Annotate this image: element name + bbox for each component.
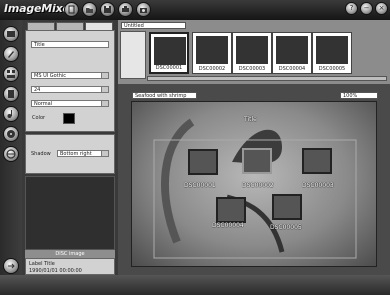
thumbnail[interactable]: DSC00004 xyxy=(272,32,312,74)
photo-frame[interactable] xyxy=(302,148,332,174)
shadow-settings: Shadow Bottom right xyxy=(25,134,115,174)
minimize-icon: − xyxy=(363,4,370,12)
color-label: Color xyxy=(32,115,46,121)
minimize-button[interactable]: − xyxy=(360,2,373,15)
layout-mode-button[interactable] xyxy=(3,66,19,82)
folder-icon xyxy=(86,8,93,13)
photo-caption: DSC00005 xyxy=(270,224,302,231)
album-scrollbar[interactable] xyxy=(147,76,387,81)
thumbnail[interactable]: DSC00002 xyxy=(192,32,232,74)
thumbnail-caption: DSC00002 xyxy=(198,66,226,72)
capture-button[interactable] xyxy=(136,2,151,17)
style-select[interactable]: Normal xyxy=(31,100,109,107)
video-mode-button[interactable] xyxy=(3,86,19,102)
print-icon xyxy=(122,6,129,12)
disk-icon xyxy=(104,6,111,13)
text-color-swatch[interactable] xyxy=(63,113,75,124)
thumbnail-caption: DSC00001 xyxy=(155,65,183,71)
thumbnail[interactable]: DSC00001 xyxy=(149,32,189,74)
zoom-select[interactable]: 100% xyxy=(340,92,378,99)
info-line-2: 1990/01/01 00:00:00 xyxy=(29,268,82,274)
thumbnail-image xyxy=(236,36,268,64)
close-icon: × xyxy=(378,4,385,12)
status-bar xyxy=(0,275,390,295)
save-button[interactable] xyxy=(100,2,115,17)
help-button[interactable]: ? xyxy=(345,2,358,15)
camera-icon xyxy=(140,8,147,13)
album-select[interactable]: Untitled xyxy=(121,22,186,29)
photo-caption: DSC00001 xyxy=(184,182,216,189)
layout-canvas[interactable]: Title DSC00001 DSC00002 DSC00003 DSC0000… xyxy=(131,101,377,267)
thumbnail[interactable]: DSC00003 xyxy=(232,32,272,74)
title-text-field[interactable]: Title xyxy=(31,41,109,48)
help-icon: ? xyxy=(349,4,354,12)
preview-area xyxy=(25,176,115,250)
layout-icon xyxy=(7,70,15,78)
thumbnail-image xyxy=(196,36,228,64)
print-button[interactable] xyxy=(118,2,133,17)
exit-icon xyxy=(8,263,15,269)
info-line-1: Label Title xyxy=(29,261,55,267)
info-box: Label Title 1990/01/01 00:00:00 xyxy=(25,258,115,275)
new-icon xyxy=(68,5,75,14)
template-select[interactable]: Seafood with shrimp xyxy=(132,92,197,99)
disc-icon xyxy=(7,130,15,138)
photo-frame[interactable] xyxy=(188,149,218,175)
shadow-select[interactable]: Bottom right xyxy=(57,150,109,157)
thumbnail-image xyxy=(154,37,186,65)
music-mode-button[interactable] xyxy=(3,106,19,122)
photo-frame[interactable] xyxy=(242,148,272,174)
photo-frame[interactable] xyxy=(216,197,246,223)
open-button[interactable] xyxy=(82,2,97,17)
photo-caption: DSC00003 xyxy=(302,182,334,189)
globe-icon xyxy=(6,149,16,159)
disc-mode-button[interactable] xyxy=(3,126,19,142)
new-button[interactable] xyxy=(64,2,79,17)
thumbnail[interactable]: DSC00005 xyxy=(312,32,352,74)
thumbnail-caption: DSC00004 xyxy=(278,66,306,72)
text-properties: Title MS UI Gothic 24 Normal Color xyxy=(25,30,115,132)
web-mode-button[interactable] xyxy=(3,146,19,162)
canvas-title[interactable]: Title xyxy=(244,116,257,123)
album-file-list[interactable] xyxy=(120,31,146,79)
note-icon xyxy=(7,110,12,118)
photo-frame[interactable] xyxy=(272,194,302,220)
photo-caption: DSC00002 xyxy=(242,182,274,189)
close-button[interactable]: × xyxy=(375,2,388,15)
album-icon xyxy=(7,31,15,37)
thumbnail-image xyxy=(316,36,348,64)
exit-button[interactable] xyxy=(3,258,19,274)
shadow-label: Shadow xyxy=(31,151,51,157)
thumbnail-image xyxy=(276,36,308,64)
edit-mode-button[interactable] xyxy=(3,46,19,62)
thumbnail-caption: DSC00005 xyxy=(318,66,346,72)
font-select[interactable]: MS UI Gothic xyxy=(31,72,109,79)
film-icon xyxy=(8,90,14,98)
size-select[interactable]: 24 xyxy=(31,86,109,93)
pencil-icon xyxy=(8,51,14,58)
album-mode-button[interactable] xyxy=(3,26,19,42)
photo-caption: DSC00004 xyxy=(212,222,244,229)
thumbnail-caption: DSC00003 xyxy=(238,66,266,72)
disc-image-header: DISC image xyxy=(25,250,115,258)
